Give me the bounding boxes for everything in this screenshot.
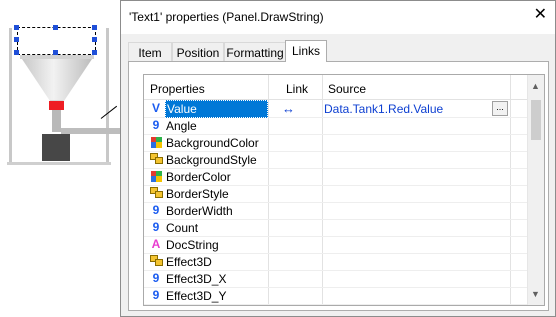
- resize-handle[interactable]: [14, 25, 19, 30]
- title-bar[interactable]: 'Text1' properties (Panel.DrawString) ✕: [121, 1, 555, 34]
- scroll-down-icon[interactable]: ▼: [531, 289, 540, 299]
- browse-source-button[interactable]: ...: [492, 101, 508, 116]
- property-name[interactable]: Value: [165, 100, 268, 118]
- funnel-rim: [20, 55, 94, 59]
- property-name[interactable]: Effect3D_Y: [166, 289, 226, 303]
- resize-handle[interactable]: [53, 50, 58, 55]
- header-link[interactable]: Link: [286, 82, 308, 96]
- scroll-up-icon[interactable]: ▲: [531, 81, 540, 91]
- value-icon: V: [151, 101, 160, 115]
- property-name[interactable]: BorderStyle: [166, 187, 229, 201]
- tab-item[interactable]: Item: [128, 42, 172, 61]
- properties-window: 'Text1' properties (Panel.DrawString) ✕ …: [120, 0, 556, 317]
- scrollbar-thumb[interactable]: [531, 100, 541, 140]
- color-icon: [150, 169, 162, 183]
- property-name[interactable]: BorderWidth: [166, 204, 233, 218]
- funnel-stem: [52, 110, 61, 132]
- table-row[interactable]: BorderColor: [144, 168, 527, 186]
- grid-header: Properties Link Source: [144, 75, 527, 100]
- property-name[interactable]: Effect3D_X: [166, 272, 226, 286]
- table-row[interactable]: Effect3D: [144, 253, 527, 271]
- tab-position[interactable]: Position: [172, 42, 224, 61]
- style-icon: [150, 152, 163, 166]
- tank-red-indicator[interactable]: [49, 101, 64, 110]
- table-row[interactable]: 9 Count: [144, 219, 527, 237]
- base-block: [42, 134, 70, 161]
- table-row[interactable]: 9 BorderWidth: [144, 202, 527, 220]
- resize-handle[interactable]: [14, 50, 19, 55]
- property-name[interactable]: Effect3D: [166, 255, 212, 269]
- tab-formatting[interactable]: Formatting: [224, 42, 286, 61]
- table-row[interactable]: V Value ↔ Data.Tank1.Red.Value ...: [144, 100, 527, 118]
- property-name[interactable]: BackgroundStyle: [166, 153, 257, 167]
- design-canvas[interactable]: [0, 0, 120, 317]
- vertical-scrollbar[interactable]: ▲ ▼: [527, 75, 544, 305]
- frame-base: [7, 162, 111, 165]
- frame-right-post: [106, 28, 109, 165]
- resize-handle[interactable]: [14, 37, 19, 42]
- tab-links[interactable]: Links: [285, 40, 327, 62]
- table-row[interactable]: 9 Effect3D_Y: [144, 287, 527, 305]
- number-icon: 9: [152, 271, 160, 285]
- resize-handle[interactable]: [92, 50, 97, 55]
- property-name[interactable]: Angle: [166, 119, 197, 133]
- table-row[interactable]: 9 Effect3D_X: [144, 270, 527, 288]
- property-name[interactable]: DocString: [166, 238, 219, 252]
- resize-handle[interactable]: [92, 37, 97, 42]
- resize-handle[interactable]: [53, 25, 58, 30]
- funnel-cone: [22, 59, 92, 101]
- property-name[interactable]: Count: [166, 221, 198, 235]
- number-icon: 9: [152, 203, 160, 217]
- links-grid: Properties Link Source V Value ↔ Data.Ta…: [143, 74, 545, 306]
- resize-handle[interactable]: [92, 25, 97, 30]
- table-row[interactable]: 9 Angle: [144, 117, 527, 135]
- string-icon: A: [151, 237, 161, 251]
- number-icon: 9: [152, 118, 160, 132]
- property-name[interactable]: BorderColor: [166, 170, 231, 184]
- color-icon: [150, 135, 162, 149]
- number-icon: 9: [152, 220, 160, 234]
- style-icon: [150, 254, 163, 268]
- header-source[interactable]: Source: [328, 82, 366, 96]
- style-icon: [150, 186, 163, 200]
- links-panel: Properties Link Source V Value ↔ Data.Ta…: [128, 61, 549, 311]
- property-name[interactable]: BackgroundColor: [166, 136, 259, 150]
- number-icon: 9: [152, 288, 160, 302]
- table-row[interactable]: BorderStyle: [144, 185, 527, 203]
- table-row[interactable]: A DocString: [144, 236, 527, 254]
- link-arrow-icon[interactable]: ↔: [282, 101, 295, 116]
- frame-left-post: [9, 28, 12, 165]
- close-icon[interactable]: ✕: [534, 7, 547, 23]
- source-value[interactable]: Data.Tank1.Red.Value: [324, 102, 443, 116]
- window-title: 'Text1' properties (Panel.DrawString): [129, 10, 324, 24]
- table-row[interactable]: BackgroundStyle: [144, 151, 527, 169]
- header-properties[interactable]: Properties: [150, 82, 205, 96]
- table-row[interactable]: BackgroundColor: [144, 134, 527, 152]
